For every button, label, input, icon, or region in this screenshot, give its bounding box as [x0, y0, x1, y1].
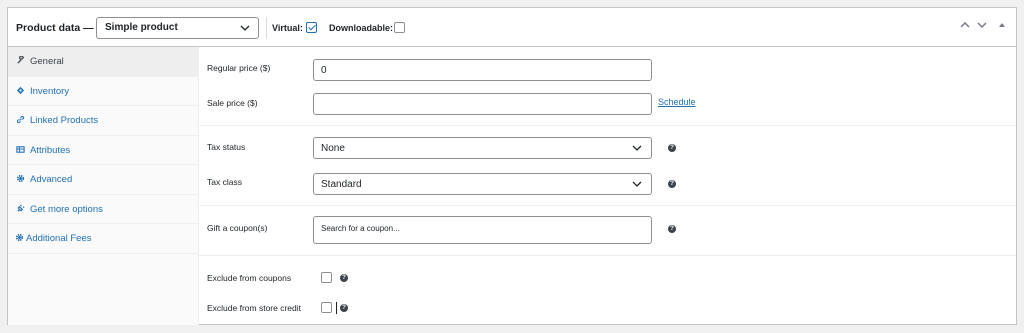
product-type-select[interactable]: Simple product [96, 17, 259, 39]
tag-icon [16, 86, 25, 97]
product-data-tabs: General Inventory Linked Products Attrib… [8, 47, 199, 325]
tab-label: Inventory [30, 85, 70, 97]
chevron-down-icon [240, 21, 250, 38]
downloadable-label: Downloadable: [329, 23, 394, 33]
exclude-coupons-checkbox[interactable] [321, 272, 332, 283]
section-divider [199, 205, 1016, 206]
general-panel: Regular price ($) 0 Sale price ($) Sched… [199, 47, 1016, 324]
product-type-value: Simple product [105, 22, 178, 33]
tab-get-more-options[interactable]: Get more options [8, 195, 199, 224]
tax-class-value: Standard [321, 179, 362, 190]
wrench-icon [16, 55, 25, 67]
tab-label: General [30, 56, 64, 67]
regular-price-label: Regular price ($) [207, 63, 271, 73]
product-data-panel: Product data — Simple product Virtual: D… [7, 7, 1017, 325]
chevron-down-icon [632, 141, 642, 158]
section-divider [199, 125, 1016, 126]
schedule-link[interactable]: Schedule [658, 97, 696, 107]
gift-coupon-search-input[interactable]: Search for a coupon... [313, 216, 652, 244]
help-icon[interactable]: ? [340, 274, 348, 282]
product-data-title: Product data — [16, 22, 94, 34]
tab-linked-products[interactable]: Linked Products [8, 106, 199, 136]
tab-label: Advanced [30, 174, 73, 185]
table-icon [16, 145, 25, 156]
plugin-icon [16, 203, 25, 215]
tax-status-label: Tax status [207, 142, 246, 152]
tax-class-label: Tax class [207, 177, 242, 187]
link-icon [16, 115, 25, 126]
sale-price-input[interactable] [313, 93, 652, 115]
tab-label: Get more options [30, 203, 103, 215]
sale-price-label: Sale price ($) [207, 98, 258, 108]
tab-label: Linked Products [30, 115, 99, 126]
collapse-toggle-icon[interactable] [998, 20, 1006, 33]
move-down-icon[interactable] [976, 20, 988, 33]
move-up-icon[interactable] [959, 20, 971, 33]
tab-attributes[interactable]: Attributes [8, 136, 199, 165]
help-icon[interactable]: ? [668, 180, 676, 188]
tab-label: Attributes [30, 144, 71, 156]
tax-status-value: None [321, 143, 345, 154]
exclude-credit-checkbox[interactable] [321, 302, 332, 313]
tax-class-select[interactable]: Standard [313, 173, 652, 195]
tab-additional-fees[interactable]: Additional Fees [8, 224, 199, 254]
help-icon[interactable]: ? [668, 144, 676, 152]
chevron-down-icon [632, 177, 642, 194]
tab-advanced[interactable]: Advanced [8, 165, 199, 195]
tax-status-select[interactable]: None [313, 137, 652, 159]
text-cursor [336, 302, 337, 314]
downloadable-checkbox[interactable] [394, 22, 405, 33]
virtual-checkbox[interactable] [306, 22, 317, 33]
virtual-label: Virtual: [272, 23, 303, 33]
tab-general[interactable]: General [8, 47, 199, 77]
help-icon[interactable]: ? [340, 304, 348, 312]
header-separator [266, 17, 267, 39]
tab-label: Additional Fees [26, 233, 92, 244]
gear-icon [16, 174, 25, 185]
gift-coupon-label: Gift a coupon(s) [207, 223, 268, 233]
tab-inventory[interactable]: Inventory [8, 77, 199, 106]
regular-price-input[interactable]: 0 [313, 59, 652, 81]
exclude-credit-label: Exclude from store credit [207, 303, 302, 313]
gear-icon [15, 233, 24, 244]
exclude-coupons-label: Exclude from coupons [207, 273, 292, 283]
gift-coupon-placeholder: Search for a coupon... [321, 224, 400, 233]
regular-price-value: 0 [321, 65, 327, 76]
product-data-header: Product data — Simple product Virtual: D… [8, 8, 1016, 47]
section-divider [199, 255, 1016, 256]
help-icon[interactable]: ? [668, 225, 676, 233]
